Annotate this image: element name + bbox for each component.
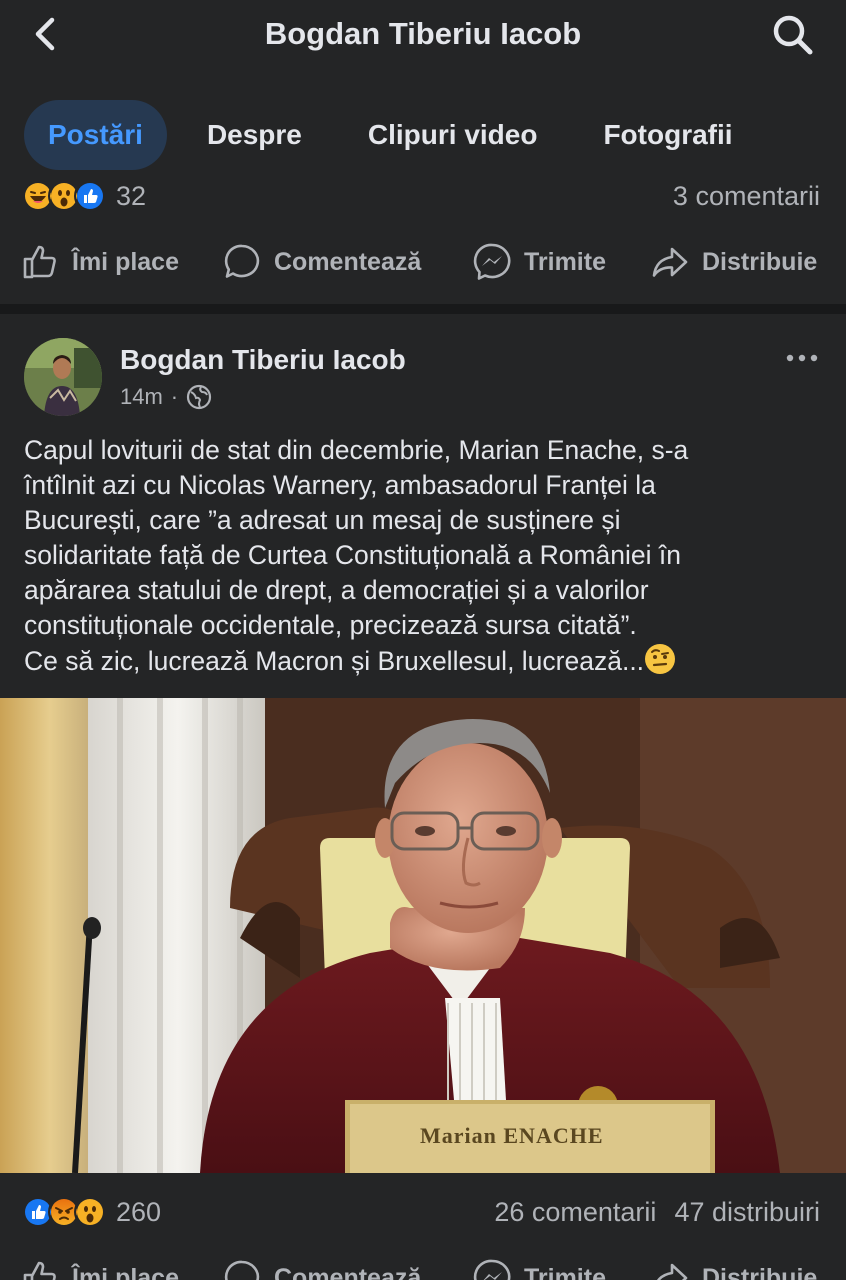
share-label: Distribuie [702,1263,818,1280]
like-reaction-icon [74,180,106,212]
chevron-left-icon[interactable] [28,14,64,54]
globe-icon [187,384,212,410]
share-label: Distribuie [702,247,818,276]
previous-post-actions: Îmi place Comentează Trimite Distribuie [0,242,846,292]
comment-count[interactable]: 26 comentarii [494,1197,656,1228]
comment-count[interactable]: 3 comentarii [673,181,820,212]
post-text-line: întîlnit azi cu Nicolas Warnery, ambasad… [24,470,656,500]
wow-reaction-icon [74,1196,106,1228]
post-reactions: 260 26 comentarii 47 distribuiri [22,1196,820,1228]
tab-clipuri-video[interactable]: Clipuri video [368,100,538,170]
share-count[interactable]: 47 distribuiri [674,1197,820,1228]
post-text-line: apărarea statului de drept, a democrație… [24,575,649,605]
post-text-line: Ce să zic, lucrează Macron și Bruxellesu… [24,646,645,676]
like-label: Îmi place [72,1263,179,1280]
messenger-icon [473,1259,511,1280]
send-label: Trimite [524,247,606,276]
reaction-icons[interactable] [22,1196,106,1228]
comment-button[interactable]: Comentează [222,1258,421,1280]
comment-icon [224,1260,260,1280]
share-icon [656,1263,688,1280]
send-button[interactable]: Trimite [472,242,606,282]
like-icon [23,245,56,279]
post-meta: 14m · [120,384,212,410]
share-button[interactable]: Distribuie [650,242,817,282]
reaction-icons[interactable] [22,180,106,212]
post-author[interactable]: Bogdan Tiberiu Iacob [120,344,406,376]
tab-postari[interactable]: Postări [24,100,167,170]
share-button[interactable]: Distribuie [650,1258,817,1280]
post-divider [0,304,846,314]
messenger-icon [473,243,511,280]
meta-separator: · [170,384,179,409]
like-button[interactable]: Îmi place [20,242,179,282]
previous-post-reactions: 32 3 comentarii [22,180,820,212]
more-options-icon[interactable] [784,346,820,370]
comment-label: Comentează [274,1263,422,1280]
post-text-line: constituționale occidentale, precizează … [24,610,637,640]
share-icon [652,247,688,277]
photo-nameplate: Marian ENACHE [420,1123,604,1148]
raised-eyebrow-emoji-icon [645,644,676,674]
tab-despre[interactable]: Despre [207,100,302,170]
like-label: Îmi place [72,247,179,276]
search-icon[interactable] [770,12,816,58]
tab-fotografii[interactable]: Fotografii [603,100,732,170]
profile-tabs: Postări Despre Clipuri video Fotografii [24,100,733,170]
avatar[interactable] [24,338,102,416]
post-photo[interactable]: Marian ENACHE [0,698,846,1173]
post-text-line: solidaritate față de Curtea Constituțion… [24,540,681,570]
comment-button[interactable]: Comentează [222,242,421,282]
post-text-line: București, care ”a adresat un mesaj de s… [24,505,621,535]
post-actions: Îmi place Comentează Trimite Distribuie [0,1258,846,1280]
page-title: Bogdan Tiberiu Iacob [264,16,582,51]
reaction-count[interactable]: 260 [116,1197,161,1228]
post-time[interactable]: 14m [120,384,163,410]
send-button[interactable]: Trimite [472,1258,606,1280]
post-text-line: Capul loviturii de stat din decembrie, M… [24,435,689,465]
comment-label: Comentează [274,247,422,276]
post-text: Capul loviturii de stat din decembrie, M… [24,433,824,679]
top-bar: Bogdan Tiberiu Iacob [0,0,846,68]
post-text-last-line: Ce să zic, lucrează Macron și Bruxellesu… [24,643,824,679]
like-button[interactable]: Îmi place [20,1258,179,1280]
send-label: Trimite [524,1263,606,1280]
like-icon [23,1261,56,1280]
comment-icon [224,244,260,278]
reaction-count[interactable]: 32 [116,181,146,212]
